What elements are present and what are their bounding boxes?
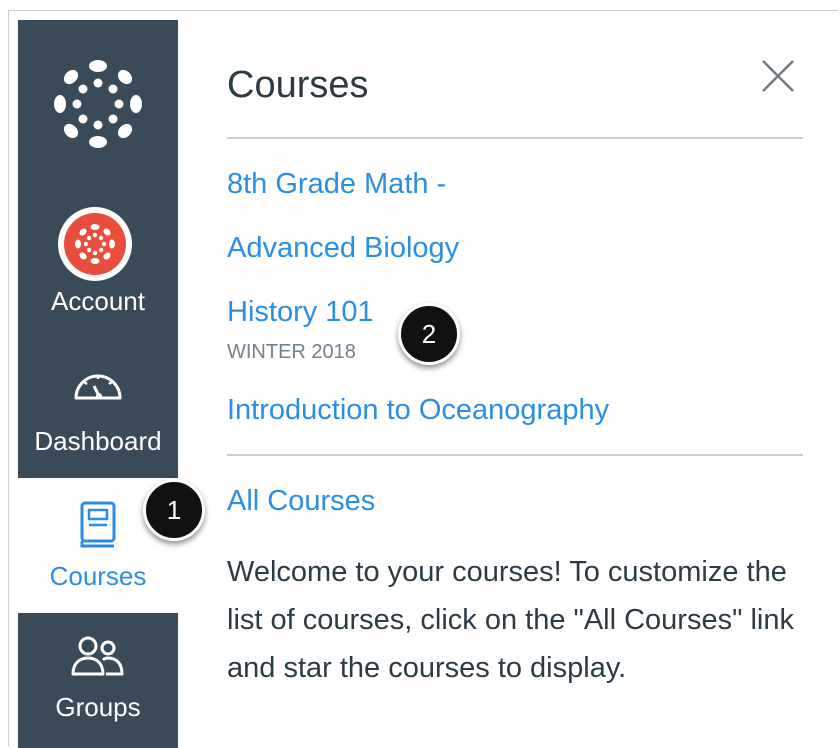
all-courses-link[interactable]: All Courses <box>227 485 375 518</box>
nav-label-courses: Courses <box>49 561 147 591</box>
groups-icon <box>18 634 178 680</box>
course-link-advanced-biology[interactable]: Advanced Biology <box>227 232 459 265</box>
dashboard-icon <box>18 364 178 404</box>
nav-label-account: Account <box>51 286 145 316</box>
close-button[interactable] <box>758 56 798 96</box>
title-divider <box>227 137 803 139</box>
callout-marker-2: 2 <box>398 303 460 365</box>
courses-divider <box>227 454 803 456</box>
course-link-introduction-to-oceanography[interactable]: Introduction to Oceanography <box>227 394 609 427</box>
nav-label-dashboard: Dashboard <box>34 426 162 456</box>
course-link-history-101[interactable]: History 101 <box>227 296 374 329</box>
close-icon <box>762 60 794 92</box>
course-term-history-101: WINTER 2018 <box>227 341 356 363</box>
canvas-logo-icon[interactable] <box>50 56 146 152</box>
callout-marker-1: 1 <box>143 479 205 541</box>
account-avatar-icon <box>58 207 132 281</box>
welcome-text: Welcome to your courses! To customize th… <box>227 556 794 684</box>
course-link-8th-grade-math[interactable]: 8th Grade Math - <box>227 168 446 201</box>
global-navigation: Account Dashboard Courses Groups <box>18 20 178 748</box>
tray-title: Courses <box>227 64 369 106</box>
nav-label-groups: Groups <box>55 692 141 722</box>
